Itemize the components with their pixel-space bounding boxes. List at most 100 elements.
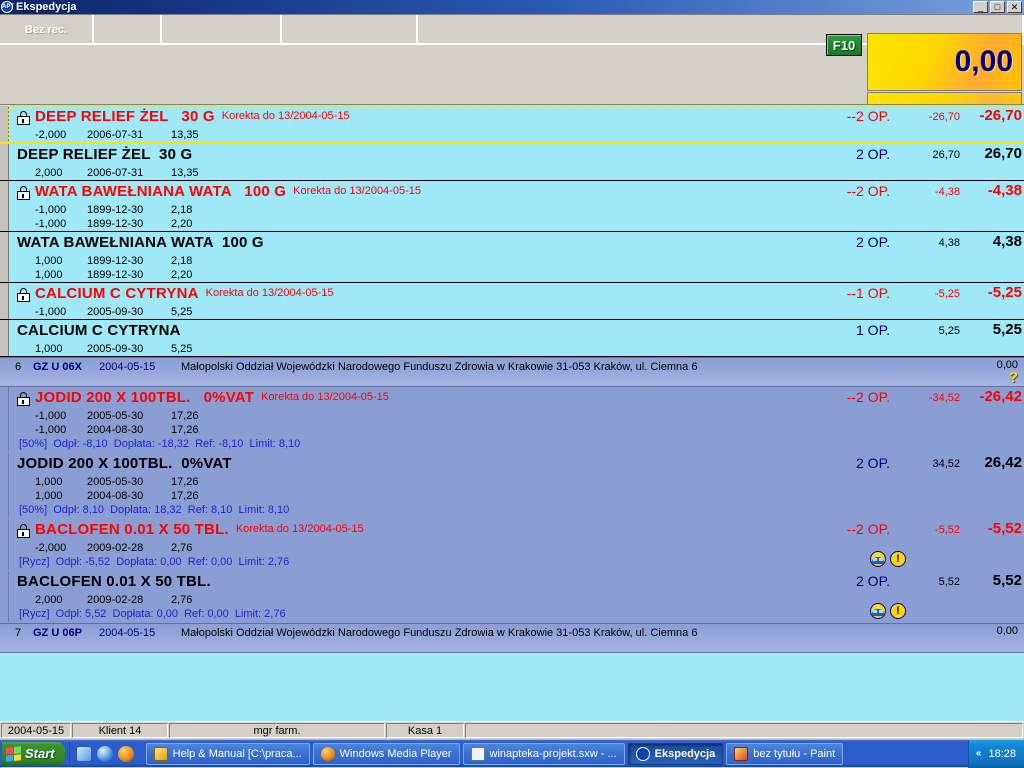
taskbar-task-button[interactable]: Windows Media Player (312, 742, 460, 765)
taskbar-task-label: winapteka-projekt.sxw - ... (489, 747, 617, 760)
subline-price: 17,26 (171, 490, 199, 502)
question-mark-icon[interactable]: ? (958, 370, 1018, 385)
row-gutter (0, 181, 9, 231)
taskbar-task-button[interactable]: Help & Manual [C:\praca... (145, 742, 310, 765)
transaction-row[interactable]: DEEP RELIEF ŻEL 30 G Korekta do 13/2004-0… (0, 105, 1024, 144)
row-unit-price: -26,70 (928, 111, 960, 123)
tab-3[interactable] (162, 15, 282, 45)
row-amounts: 2 OP. 5,52 5,52! (700, 571, 1024, 622)
subline-price: 13,35 (171, 167, 199, 179)
taskbar-task-button[interactable]: bez tytułu - Paint (726, 742, 844, 765)
transaction-row[interactable]: DEEP RELIEF ŻEL 30 G 2,000 2006-07-31 13,35… (0, 144, 1024, 181)
subline-qty: 1,000 (35, 269, 63, 281)
row-gutter (0, 387, 9, 452)
tab-2[interactable] (94, 15, 162, 45)
row-amounts: --2 OP. -34,52 -26,42 (700, 387, 1024, 452)
taskbar-task-label: bez tytułu - Paint (753, 747, 836, 760)
subline-qty: -1,000 (35, 306, 67, 318)
row-amounts: --2 OP. -5,52 -5,52! (700, 519, 1024, 570)
transaction-row[interactable]: WATA BAWEŁNIANA WATA 100 G Korekta do 13/… (0, 181, 1024, 232)
window-controls: _ □ ✕ (973, 1, 1022, 13)
tab-4[interactable] (282, 15, 418, 45)
row-package-qty: 2 OP. (856, 234, 890, 250)
show-desktop-icon[interactable] (75, 745, 92, 762)
subline-qty: 1,000 (35, 255, 63, 267)
subline-date: 2005-09-30 (87, 306, 144, 318)
row-total: -4,38 (987, 182, 1022, 199)
transaction-row[interactable]: CALCIUM C CYTRYNA Korekta do 13/2004-05-1… (0, 283, 1024, 320)
subline-price: 2,18 (171, 255, 193, 267)
status-extra (465, 723, 1023, 738)
row-package-qty: --2 OP. (846, 389, 890, 405)
group-amount: 0,00 (996, 625, 1018, 637)
product-name: WATA BAWEŁNIANA WATA 100 G (35, 183, 287, 200)
taskbar-task-button[interactable]: Ekspedycja (627, 742, 724, 765)
subline-qty: 2,000 (35, 594, 63, 606)
f10-button[interactable]: F10 (826, 34, 862, 56)
media-player-icon[interactable] (117, 745, 134, 762)
correction-note: Korekta do 13/2004-05-15 (261, 391, 389, 403)
car-icon[interactable] (870, 603, 886, 619)
row-unit-price: -34,52 (928, 392, 960, 404)
subline-price: 2,76 (171, 542, 193, 554)
row-package-qty: 1 OP. (856, 322, 890, 338)
lock-icon (17, 111, 30, 125)
start-button[interactable]: Start (2, 741, 65, 766)
subline-qty: -1,000 (35, 410, 67, 422)
subline-qty: -2,000 (35, 542, 67, 554)
subline-price: 2,20 (171, 269, 193, 281)
product-name: JODID 200 X 100TBL. 0%VAT (35, 389, 255, 406)
row-unit-price: 5,52 (938, 576, 960, 588)
subline-price: 5,25 (171, 306, 193, 318)
taskbar-task-label: Windows Media Player (339, 747, 452, 760)
close-button[interactable]: ✕ (1007, 1, 1022, 13)
subline-date: 1899-12-30 (87, 269, 144, 281)
product-name: BACLOFEN 0.01 X 50 TBL. (17, 573, 211, 590)
lock-icon (17, 288, 30, 302)
row-total: 26,70 (984, 145, 1022, 162)
transaction-row[interactable]: CALCIUM C CYTRYNA 1,000 2005-09-30 5,25 1 OP… (0, 320, 1024, 357)
start-button-label: Start (25, 746, 55, 761)
windows-flag-icon (6, 745, 21, 762)
car-icon[interactable] (870, 551, 886, 567)
row-total: -26,42 (979, 388, 1022, 405)
subline-date: 2006-07-31 (87, 167, 144, 179)
transaction-list[interactable]: DEEP RELIEF ŻEL 30 G Korekta do 13/2004-0… (0, 104, 1024, 721)
tray-expand-icon[interactable]: « (976, 748, 982, 759)
apt-logo-icon (635, 746, 650, 761)
prescription-group-row[interactable]: 7 GZ U 06P 2004-05-15 Małopolski Oddział Wo… (0, 623, 1024, 653)
subline-date: 1899-12-30 (87, 255, 144, 267)
subline-qty: 2,000 (35, 167, 63, 179)
row-gutter (0, 519, 9, 570)
lock-icon (17, 392, 30, 406)
row-amounts: --1 OP. -5,25 -5,25 (700, 283, 1024, 319)
subline-qty: 1,000 (35, 476, 63, 488)
subline-date: 2009-02-28 (87, 542, 144, 554)
maximize-button[interactable]: □ (990, 1, 1005, 13)
row-unit-price: -5,25 (934, 288, 960, 300)
row-amounts: --2 OP. -4,38 -4,38 (700, 181, 1024, 231)
row-badges: ! (870, 551, 906, 567)
clock[interactable]: 18:28 (988, 748, 1016, 760)
group-payer-text: Małopolski Oddział Wojewódzki Narodowego… (181, 360, 698, 373)
quick-launch-bar (68, 741, 140, 766)
subline-date: 2009-02-28 (87, 594, 144, 606)
exclamation-icon[interactable]: ! (890, 551, 906, 567)
correction-note: Korekta do 13/2004-05-15 (235, 523, 364, 535)
minimize-button[interactable]: _ (973, 1, 988, 13)
internet-explorer-icon[interactable] (96, 745, 113, 762)
toolbar: Bez rec. F10 0,00 (0, 14, 1024, 114)
prescription-group-row[interactable]: 6 GZ U 06X 2004-05-15 Małopolski Oddział Wo… (0, 357, 1024, 387)
transaction-row[interactable]: JODID 200 X 100TBL. 0%VAT 1,000 2005-05-30… (0, 453, 1024, 519)
row-total: 4,38 (992, 233, 1022, 250)
exclamation-icon[interactable]: ! (890, 603, 906, 619)
transaction-row[interactable]: JODID 200 X 100TBL. 0%VAT Korekta do 13/2… (0, 387, 1024, 453)
row-amounts: 1 OP. 5,25 5,25 (700, 320, 1024, 356)
transaction-row[interactable]: BACLOFEN 0.01 X 50 TBL. 2,000 2009-02-28 2,… (0, 571, 1024, 623)
transaction-row[interactable]: BACLOFEN 0.01 X 50 TBL. Korekta do 13/200… (0, 519, 1024, 571)
row-amounts: 2 OP. 4,38 4,38 (700, 232, 1024, 282)
row-unit-price: -5,52 (934, 524, 960, 536)
transaction-row[interactable]: WATA BAWEŁNIANA WATA 100 G 1,000 1899-12-3… (0, 232, 1024, 283)
tab-bez-rec[interactable]: Bez rec. (0, 15, 94, 45)
taskbar-task-button[interactable]: winapteka-projekt.sxw - ... (462, 742, 625, 765)
